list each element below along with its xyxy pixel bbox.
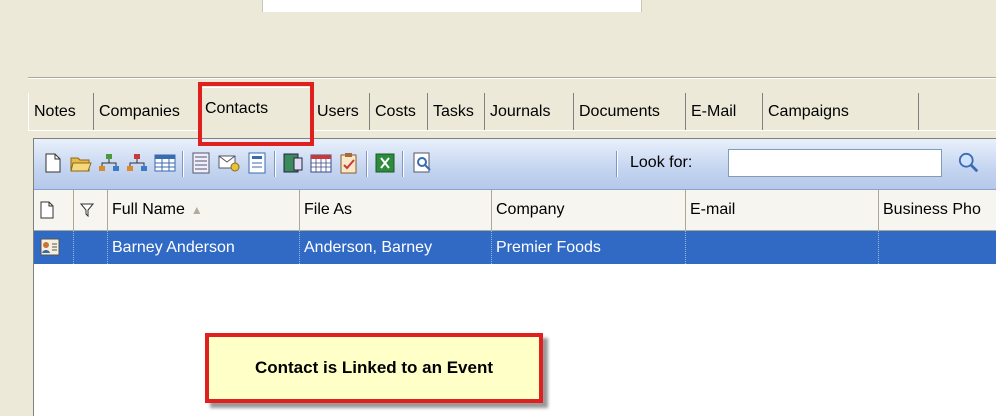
toolbar-separator xyxy=(182,151,184,177)
email-icon[interactable] xyxy=(218,151,240,175)
annotation-callout: Contact is Linked to an Event xyxy=(205,333,543,403)
tab-campaigns[interactable]: Campaigns xyxy=(763,93,919,130)
look-for-label: Look for: xyxy=(630,154,693,171)
contacts-grid: Full Name ▲ File As Company E-mail Busine… xyxy=(34,190,996,264)
toolbar-separator xyxy=(616,151,618,177)
filter-cell xyxy=(74,231,108,264)
tab-journals[interactable]: Journals xyxy=(485,93,574,130)
table-row[interactable]: Barney Anderson Anderson, Barney Premier… xyxy=(34,231,996,264)
tab-notes[interactable]: Notes xyxy=(28,93,94,130)
tab-strip-border xyxy=(28,130,996,131)
toolbar-separator xyxy=(274,151,276,177)
look-for-input[interactable] xyxy=(728,149,942,177)
toolbar: Look for: xyxy=(34,139,996,190)
top-panel-edge xyxy=(262,0,642,12)
column-header-file-as[interactable]: File As xyxy=(300,190,492,230)
column-header-company[interactable]: Company xyxy=(492,190,686,230)
separator-line xyxy=(28,77,996,79)
calendar-icon[interactable] xyxy=(310,151,332,175)
cell-email xyxy=(686,231,879,264)
tab-costs[interactable]: Costs xyxy=(370,93,428,130)
tab-tasks[interactable]: Tasks xyxy=(428,93,485,130)
tab-email[interactable]: E-Mail xyxy=(686,93,763,130)
find-icon[interactable] xyxy=(958,151,980,175)
toolbar-separator xyxy=(366,151,368,177)
checklist-icon[interactable] xyxy=(338,151,360,175)
column-header-email[interactable]: E-mail xyxy=(686,190,879,230)
link-contact-icon[interactable] xyxy=(98,151,120,175)
tab-contacts[interactable]: Contacts xyxy=(199,87,312,131)
cell-company: Premier Foods xyxy=(492,231,686,264)
table-view-icon[interactable] xyxy=(154,151,176,175)
tab-users[interactable]: Users xyxy=(312,93,370,130)
contact-card-icon-cell xyxy=(34,231,74,264)
form-icon[interactable] xyxy=(246,151,268,175)
new-record-column-header[interactable] xyxy=(34,190,74,230)
sort-ascending-icon: ▲ xyxy=(190,203,203,217)
toolbar-separator xyxy=(402,151,404,177)
tab-bar: Notes Companies Contacts Users Costs Tas… xyxy=(28,87,996,131)
excel-export-icon[interactable] xyxy=(374,151,396,175)
open-folder-icon[interactable] xyxy=(70,151,92,175)
column-header-full-name[interactable]: Full Name ▲ xyxy=(108,190,300,230)
cell-full-name: Barney Anderson xyxy=(108,231,300,264)
grid-header: Full Name ▲ File As Company E-mail Busine… xyxy=(34,190,996,231)
search-tool-icon[interactable] xyxy=(412,151,434,175)
new-document-icon[interactable] xyxy=(42,151,64,175)
cell-business-phone xyxy=(879,231,996,264)
cell-file-as: Anderson, Barney xyxy=(300,231,492,264)
unlink-contact-icon[interactable] xyxy=(126,151,148,175)
column-label: Full Name xyxy=(112,201,185,218)
filter-column-header[interactable] xyxy=(74,190,108,230)
tab-companies[interactable]: Companies xyxy=(94,93,199,130)
tab-documents[interactable]: Documents xyxy=(574,93,686,130)
report-icon[interactable] xyxy=(282,151,304,175)
list-view-icon[interactable] xyxy=(190,151,212,175)
column-header-business-phone[interactable]: Business Pho xyxy=(879,190,996,230)
